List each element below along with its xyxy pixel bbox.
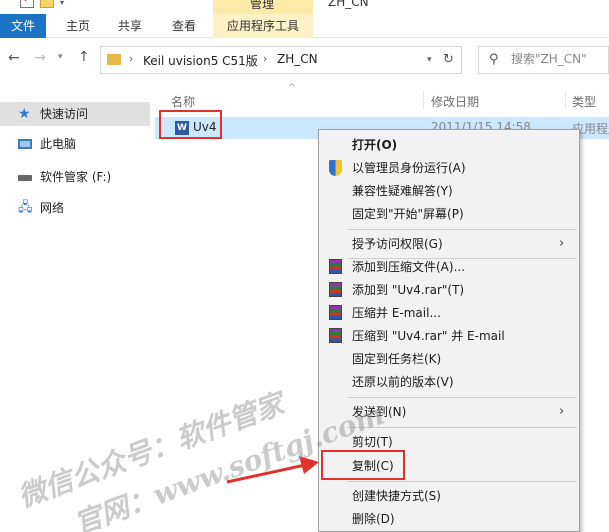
menu-item-label: 添加到 "Uv4.rar"(T) [352, 283, 465, 297]
menu-item-open[interactable]: 打开(O) [319, 134, 579, 156]
menu-item-label: 固定到"开始"屏幕(P) [352, 207, 464, 221]
ribbon-tabs: 文件 主页 共享 查看 应用程序工具 [0, 14, 609, 38]
menu-separator [347, 397, 577, 398]
menu-item-label: 创建快捷方式(S) [352, 489, 441, 503]
menu-item-label: 以管理员身份运行(A) [352, 161, 466, 175]
winrar-icon [329, 305, 342, 320]
breadcrumb-separator[interactable]: › [263, 52, 267, 65]
up-arrow-icon[interactable]: ↑ [78, 49, 90, 65]
column-header-name[interactable]: 名称 [171, 93, 195, 110]
menu-item-pin-to-start[interactable]: 固定到"开始"屏幕(P) [319, 203, 579, 225]
address-bar[interactable]: › Keil uvision5 C51版 › ZH_CN ▾ ↻ [100, 46, 462, 74]
tab-home[interactable]: 主页 [62, 14, 94, 38]
menu-item-add-to-uv4-rar[interactable]: 添加到 "Uv4.rar"(T) [319, 279, 579, 301]
annotation-box [159, 110, 222, 139]
column-divider[interactable] [565, 91, 566, 109]
sidebar-item-quick-access[interactable]: ★ 快速访问 [0, 102, 150, 126]
menu-item-restore-versions[interactable]: 还原以前的版本(V) [319, 371, 579, 393]
title-bar: ▾ 管理 ZH_CN [0, 0, 609, 14]
menu-item-label: 固定到任务栏(K) [352, 352, 442, 366]
winrar-icon [329, 259, 342, 274]
menu-separator [347, 229, 577, 230]
menu-item-label: 兼容性疑难解答(Y) [352, 184, 453, 198]
back-arrow-icon[interactable]: ← [8, 50, 20, 66]
menu-item-label: 压缩到 "Uv4.rar" 并 E-mail [352, 329, 505, 343]
breadcrumb-keil[interactable]: Keil uvision5 C51版 [143, 52, 258, 69]
quick-access-dropdown-icon[interactable]: ▾ [60, 0, 64, 7]
search-input[interactable] [511, 52, 606, 66]
search-box[interactable]: ⚲ [478, 46, 609, 74]
refresh-icon[interactable]: ↻ [443, 52, 454, 67]
menu-item-label: 压缩并 E-mail... [352, 306, 441, 320]
menu-item-label: 打开(O) [352, 138, 398, 152]
new-folder-icon[interactable] [40, 0, 54, 8]
sidebar-item-label: 网络 [40, 201, 65, 215]
breadcrumb-zh-cn[interactable]: ZH_CN [277, 52, 318, 66]
menu-item-compress-email[interactable]: 压缩并 E-mail... [319, 302, 579, 324]
menu-item-pin-to-taskbar[interactable]: 固定到任务栏(K) [319, 348, 579, 370]
star-icon: ★ [18, 106, 31, 122]
menu-item-create-shortcut[interactable]: 创建快捷方式(S) [319, 485, 579, 507]
sidebar-item-label: 快速访问 [40, 107, 89, 121]
manage-label: 管理 [250, 0, 275, 11]
menu-item-compat-troubleshoot[interactable]: 兼容性疑难解答(Y) [319, 180, 579, 202]
tab-file[interactable]: 文件 [0, 14, 46, 38]
folder-icon [107, 54, 121, 65]
column-divider[interactable] [423, 91, 424, 109]
computer-icon [18, 139, 32, 149]
menu-item-label: 授予访问权限(G) [352, 237, 443, 251]
tab-view[interactable]: 查看 [168, 14, 200, 38]
submenu-chevron-icon: › [559, 404, 565, 419]
submenu-chevron-icon: › [559, 236, 565, 251]
menu-separator [347, 481, 577, 482]
menu-item-label: 还原以前的版本(V) [352, 375, 454, 389]
recent-locations-chevron-icon[interactable]: ▾ [58, 52, 63, 62]
sidebar-item-label: 软件管家 (F:) [40, 170, 112, 184]
search-icon: ⚲ [489, 52, 499, 67]
properties-icon[interactable] [20, 0, 34, 8]
annotation-box [321, 450, 405, 480]
tab-application-tools[interactable]: 应用程序工具 [213, 14, 313, 38]
column-header-type[interactable]: 类型 [572, 93, 596, 110]
address-dropdown-icon[interactable]: ▾ [427, 55, 432, 65]
sidebar-item-drive-f[interactable]: 软件管家 (F:) [0, 165, 150, 189]
forward-arrow-icon[interactable]: → [34, 50, 46, 66]
navigation-bar: ← → ▾ ↑ › Keil uvision5 C51版 › ZH_CN ▾ ↻… [0, 38, 609, 83]
breadcrumb-separator[interactable]: › [129, 52, 133, 65]
menu-item-label: 添加到压缩文件(A)... [352, 260, 466, 274]
menu-item-run-as-admin[interactable]: 以管理员身份运行(A) [319, 157, 579, 179]
column-header-date[interactable]: 修改日期 [431, 93, 479, 110]
winrar-icon [329, 282, 342, 297]
drive-icon [18, 175, 32, 181]
sidebar-item-label: 此电脑 [40, 137, 77, 151]
shield-icon [329, 160, 342, 176]
winrar-icon [329, 328, 342, 343]
network-icon: 🖧 [18, 200, 33, 215]
menu-item-delete[interactable]: 删除(D) [319, 508, 579, 530]
menu-item-add-to-archive[interactable]: 添加到压缩文件(A)... [319, 256, 579, 278]
sort-ascending-icon: ^ [288, 83, 296, 93]
window-title: ZH_CN [328, 0, 369, 9]
sidebar-item-this-pc[interactable]: 此电脑 [0, 132, 150, 156]
menu-item-compress-uv4-email[interactable]: 压缩到 "Uv4.rar" 并 E-mail [319, 325, 579, 347]
menu-item-give-access[interactable]: 授予访问权限(G) › [319, 233, 579, 255]
menu-item-label: 删除(D) [352, 512, 395, 526]
sidebar-item-network[interactable]: 🖧 网络 [0, 196, 150, 220]
tab-share[interactable]: 共享 [114, 14, 146, 38]
